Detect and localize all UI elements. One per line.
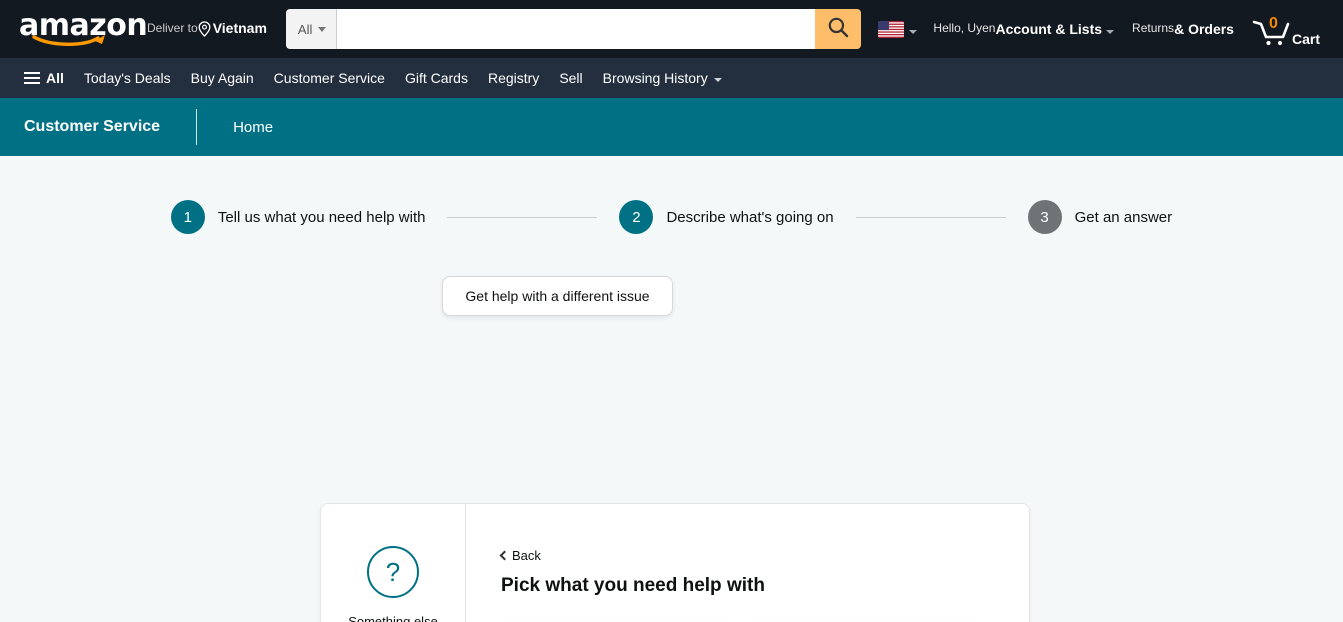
site-header: amazon Deliver to Vietnam All Hello, Uye…: [0, 0, 1343, 58]
nav-item-gift-cards[interactable]: Gift Cards: [395, 64, 478, 92]
nav-item-label: Buy Again: [190, 70, 254, 86]
us-flag-icon: [878, 20, 905, 38]
card-main-panel: Back Pick what you need help with Gifts …: [466, 504, 1029, 622]
back-link-label: Back: [512, 548, 541, 563]
deliver-to-selector[interactable]: Deliver to Vietnam: [130, 7, 276, 51]
main-nav-bar: All Today's Deals Buy Again Customer Ser…: [0, 58, 1343, 98]
step-number-badge: 2: [619, 200, 654, 234]
search-submit-button[interactable]: [815, 9, 862, 49]
search-category-label: All: [297, 21, 313, 37]
returns-and-orders-link[interactable]: Returns & Orders: [1123, 7, 1243, 51]
stepper-connector: [447, 216, 598, 218]
stepper-step-2: 2 Describe what's going on: [619, 200, 834, 234]
subheader-title[interactable]: Customer Service: [24, 118, 196, 136]
context-label: Something else: [348, 614, 438, 622]
search-input[interactable]: [337, 9, 816, 49]
customer-service-subheader: Customer Service Home: [0, 98, 1343, 156]
nav-item-registry[interactable]: Registry: [478, 64, 549, 92]
location-pin-icon: [198, 21, 211, 37]
step-label: Tell us what you need help with: [217, 208, 426, 226]
step-number-badge: 1: [170, 200, 205, 234]
chevron-down-icon: [909, 30, 918, 34]
nav-item-browsing-history[interactable]: Browsing History: [593, 64, 732, 92]
chevron-down-icon: [1106, 30, 1115, 34]
nav-item-buy-again[interactable]: Buy Again: [181, 64, 264, 92]
nav-item-label: Registry: [487, 70, 540, 86]
nav-item-customer-service[interactable]: Customer Service: [264, 64, 395, 92]
language-country-selector[interactable]: [871, 7, 924, 51]
account-and-lists-menu[interactable]: Hello, Uyen Account & Lists: [924, 7, 1123, 51]
cart-label: Cart: [1291, 31, 1320, 47]
progress-stepper: 1 Tell us what you need help with 2 Desc…: [0, 156, 1343, 234]
deliver-to-label: Deliver to: [147, 21, 198, 36]
back-link[interactable]: Back: [499, 548, 541, 563]
chevron-down-icon: [713, 77, 722, 82]
step-label: Describe what's going on: [666, 208, 834, 226]
nav-item-label: Gift Cards: [404, 70, 468, 86]
subheader-home-link[interactable]: Home: [197, 119, 273, 136]
nav-item-sell[interactable]: Sell: [549, 64, 592, 92]
nav-item-todays-deals[interactable]: Today's Deals: [74, 64, 181, 92]
card-context-panel: ? Something else: [321, 504, 466, 622]
different-issue-row: Get help with a different issue: [0, 276, 1343, 316]
search-category-dropdown[interactable]: All: [285, 9, 338, 49]
stepper-step-3: 3 Get an answer: [1027, 200, 1173, 234]
cart-link[interactable]: 0 Cart: [1243, 7, 1329, 51]
page-content: 1 Tell us what you need help with 2 Desc…: [0, 156, 1343, 622]
question-mark-icon[interactable]: ?: [367, 546, 419, 598]
amazon-logo-link[interactable]: amazon: [10, 7, 148, 51]
nav-item-label: Browsing History: [602, 70, 708, 86]
amazon-smile-icon: [32, 32, 110, 46]
subheader-divider: [196, 109, 198, 145]
stepper-connector: [855, 216, 1006, 218]
search-bar: All: [285, 9, 862, 49]
nav-item-label: Customer Service: [273, 70, 385, 86]
amazon-logo-icon: amazon: [19, 11, 148, 47]
help-selection-card: ? Something else Back Pick what you need…: [320, 503, 1030, 622]
chevron-down-icon: [318, 26, 327, 32]
nav-item-label: Today's Deals: [83, 70, 171, 86]
deliver-to-country: Vietnam: [212, 20, 267, 37]
hamburger-menu-icon: [24, 72, 40, 84]
cart-icon: 0: [1252, 15, 1290, 48]
stepper-step-1: 1 Tell us what you need help with: [170, 200, 426, 234]
step-label: Get an answer: [1074, 208, 1173, 226]
get-help-different-issue-button[interactable]: Get help with a different issue: [442, 276, 673, 316]
search-icon: [827, 16, 849, 43]
page-title: Pick what you need help with: [501, 575, 765, 596]
nav-item-label: Sell: [559, 70, 583, 86]
account-lists-label: Account & Lists: [995, 20, 1103, 37]
chevron-left-icon: [499, 550, 510, 561]
step-number-badge: 3: [1027, 200, 1062, 234]
nav-all-label: All: [46, 70, 64, 86]
account-greeting: Hello, Uyen: [933, 21, 996, 36]
orders-label: & Orders: [1174, 20, 1234, 37]
returns-label: Returns: [1132, 21, 1175, 36]
nav-all-menu-button[interactable]: All: [14, 64, 74, 92]
cart-item-count: 0: [1268, 15, 1278, 32]
